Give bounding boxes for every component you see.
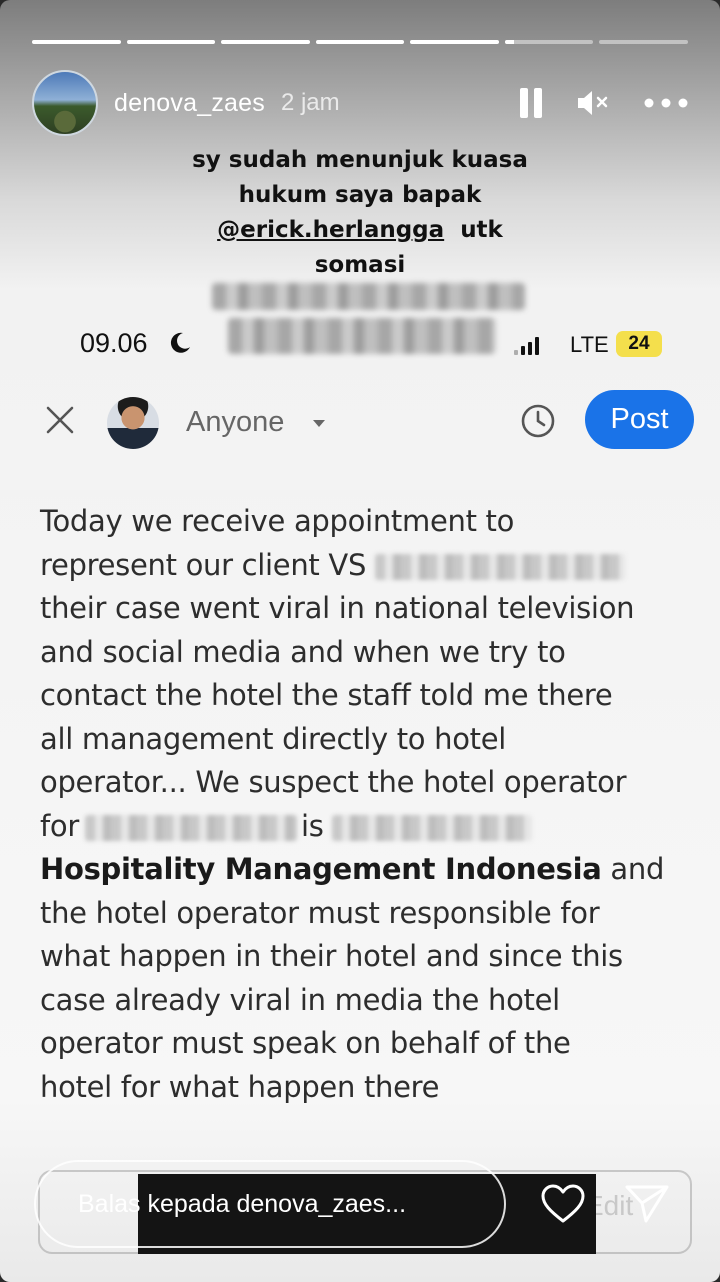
redacted-text xyxy=(374,553,625,580)
post-body-text: Today we receive appointment to represen… xyxy=(40,500,690,1109)
progress-segment xyxy=(410,40,499,44)
progress-segment xyxy=(599,40,689,44)
text-line: the hotel operator must responsible for xyxy=(40,895,600,930)
blurred-text xyxy=(212,283,525,310)
caption-line: somasi xyxy=(314,252,406,278)
profile-picture xyxy=(107,397,159,449)
text-line: Today we receive appointment to xyxy=(40,504,515,538)
text-line: what happen in their hotel and since thi… xyxy=(40,939,623,973)
story-progress xyxy=(32,40,689,44)
chevron-down-icon[interactable] xyxy=(313,420,325,427)
redacted-text xyxy=(84,814,297,841)
text-line: Hospitality Management Indonesia and xyxy=(40,852,665,886)
more-icon[interactable] xyxy=(644,98,688,108)
send-icon[interactable] xyxy=(624,1183,670,1225)
text-line: contact the hotel the staff told me ther… xyxy=(40,678,613,712)
progress-segment xyxy=(126,40,216,44)
text-line: operator... We suspect the hotel operato… xyxy=(40,765,627,799)
post-button[interactable]: Post xyxy=(585,390,694,449)
story-caption: sy sudah menunjuk kuasa hukum saya bapak… xyxy=(0,143,720,283)
text-line: represent our client VS xyxy=(40,544,690,588)
mute-icon[interactable] xyxy=(576,88,610,118)
username[interactable]: denova_zaes xyxy=(114,89,265,118)
network-label: LTE xyxy=(570,332,609,357)
progress-segment xyxy=(32,40,121,44)
avatar[interactable] xyxy=(32,70,98,136)
progress-segment-current xyxy=(504,40,594,44)
text-line: operator must speak on behalf of the xyxy=(40,1026,571,1060)
battery-indicator: 24 xyxy=(616,331,662,357)
text-line: hotel for what happen there xyxy=(40,1069,440,1104)
blurred-text xyxy=(228,318,496,354)
redacted-text xyxy=(332,814,533,841)
caption-line: sy sudah menunjuk kuasa xyxy=(192,147,528,173)
mention-link[interactable]: @erick.herlangga xyxy=(217,217,444,243)
text-line: for is xyxy=(40,805,690,849)
time-ago: 2 jam xyxy=(280,89,340,116)
progress-segment xyxy=(221,40,310,44)
text-line: and social media and when we try to xyxy=(40,634,566,669)
status-time: 09.06 xyxy=(80,328,148,358)
clock-icon[interactable] xyxy=(520,403,556,439)
caption-line: hukum saya bapak xyxy=(238,182,482,208)
audience-selector[interactable]: Anyone xyxy=(186,406,284,439)
signal-icon xyxy=(514,333,539,355)
reply-input[interactable] xyxy=(34,1160,506,1248)
bold-company-name: Hospitality Management Indonesia xyxy=(40,852,602,886)
progress-segment xyxy=(315,40,405,44)
text-line: their case went viral in national televi… xyxy=(40,591,635,625)
pause-icon[interactable] xyxy=(520,88,542,118)
heart-icon[interactable] xyxy=(540,1183,586,1225)
caption-text: utk xyxy=(460,217,503,243)
text-line: all management directly to hotel xyxy=(40,721,507,756)
moon-icon xyxy=(170,332,190,353)
close-icon[interactable] xyxy=(44,404,76,436)
story-header: denova_zaes 2 jam xyxy=(32,70,688,136)
caption-line: @erick.herlangga utk xyxy=(0,213,720,248)
text-line: case already viral in media the hotel xyxy=(40,982,560,1017)
